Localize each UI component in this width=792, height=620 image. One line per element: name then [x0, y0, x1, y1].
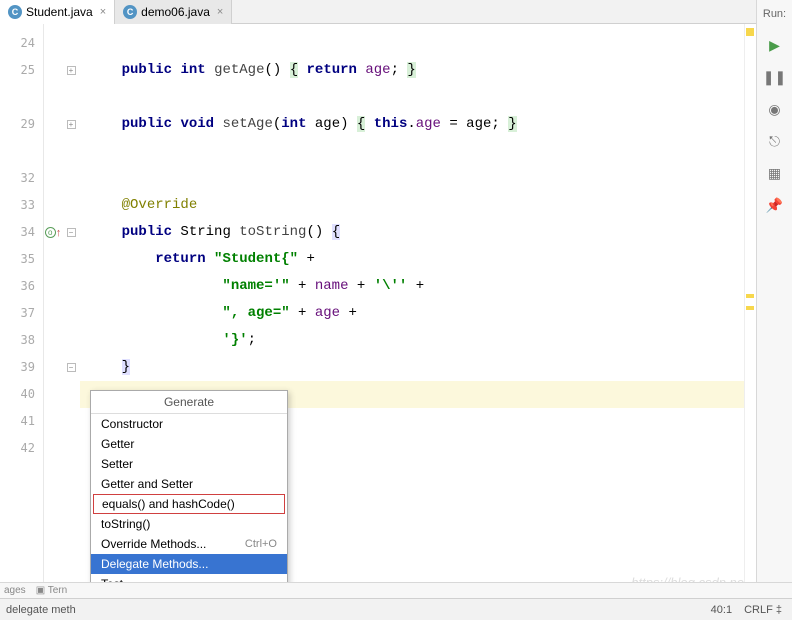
tool-tab-terminal[interactable]: ▣ Tern — [36, 585, 68, 596]
status-text: delegate meth — [6, 604, 76, 616]
error-stripe[interactable] — [744, 24, 756, 584]
menu-override[interactable]: Override Methods...Ctrl+O — [91, 534, 287, 554]
run-icon[interactable]: ▶ — [766, 36, 784, 54]
menu-getter-setter[interactable]: Getter and Setter — [91, 474, 287, 494]
method-gutter: o↑ — [44, 24, 62, 584]
layout-icon[interactable]: ▦ — [766, 164, 784, 182]
close-icon[interactable]: × — [217, 6, 223, 18]
pin-icon[interactable]: 📌 — [766, 196, 784, 214]
java-class-icon: C — [8, 5, 22, 19]
menu-delegate[interactable]: Delegate Methods... — [91, 554, 287, 574]
editor-tabs: C Student.java × C demo06.java × — [0, 0, 792, 24]
menu-getter[interactable]: Getter — [91, 434, 287, 454]
menu-constructor[interactable]: Constructor — [91, 414, 287, 434]
menu-tostring[interactable]: toString() — [91, 514, 287, 534]
menu-setter[interactable]: Setter — [91, 454, 287, 474]
tab-demo06[interactable]: C demo06.java × — [115, 0, 232, 24]
fold-expand-icon[interactable]: + — [67, 66, 76, 75]
right-toolbar: Run: ▶ ❚❚ ◉ ⎋ ▦ 📌 — [756, 0, 792, 620]
status-tabs: ages ▣ Tern — [0, 582, 792, 598]
tab-student[interactable]: C Student.java × — [0, 0, 115, 24]
warning-marker[interactable] — [746, 28, 754, 36]
cursor-position[interactable]: 40:1 — [711, 604, 732, 616]
pause-icon[interactable]: ❚❚ — [766, 68, 784, 86]
fold-gutter: + + − − — [62, 24, 80, 584]
line-separator[interactable]: CRLF ‡ — [744, 604, 782, 616]
java-class-icon: C — [123, 5, 137, 19]
arrow-up-icon: ↑ — [56, 227, 62, 239]
fold-expand-icon[interactable]: + — [67, 120, 76, 129]
status-bar: delegate meth 40:1 CRLF ‡ — [0, 598, 792, 620]
tool-tab[interactable]: ages — [4, 585, 26, 596]
close-icon[interactable]: × — [100, 6, 106, 18]
warning-marker[interactable] — [746, 306, 754, 310]
warning-marker[interactable] — [746, 294, 754, 298]
exit-icon[interactable]: ⎋ — [766, 132, 784, 150]
menu-title: Generate — [91, 391, 287, 414]
run-label: Run: — [759, 6, 790, 22]
fold-collapse-icon[interactable]: − — [67, 363, 76, 372]
tab-label: demo06.java — [141, 5, 210, 19]
fold-collapse-icon[interactable]: − — [67, 228, 76, 237]
override-icon[interactable]: o — [45, 227, 56, 238]
camera-icon[interactable]: ◉ — [766, 100, 784, 118]
line-gutter: 24 25 29 32 33 34 35 36 37 38 39 40 41 4… — [0, 24, 44, 584]
menu-equals-hashcode[interactable]: equals() and hashCode() — [93, 494, 285, 514]
tab-label: Student.java — [26, 5, 93, 19]
